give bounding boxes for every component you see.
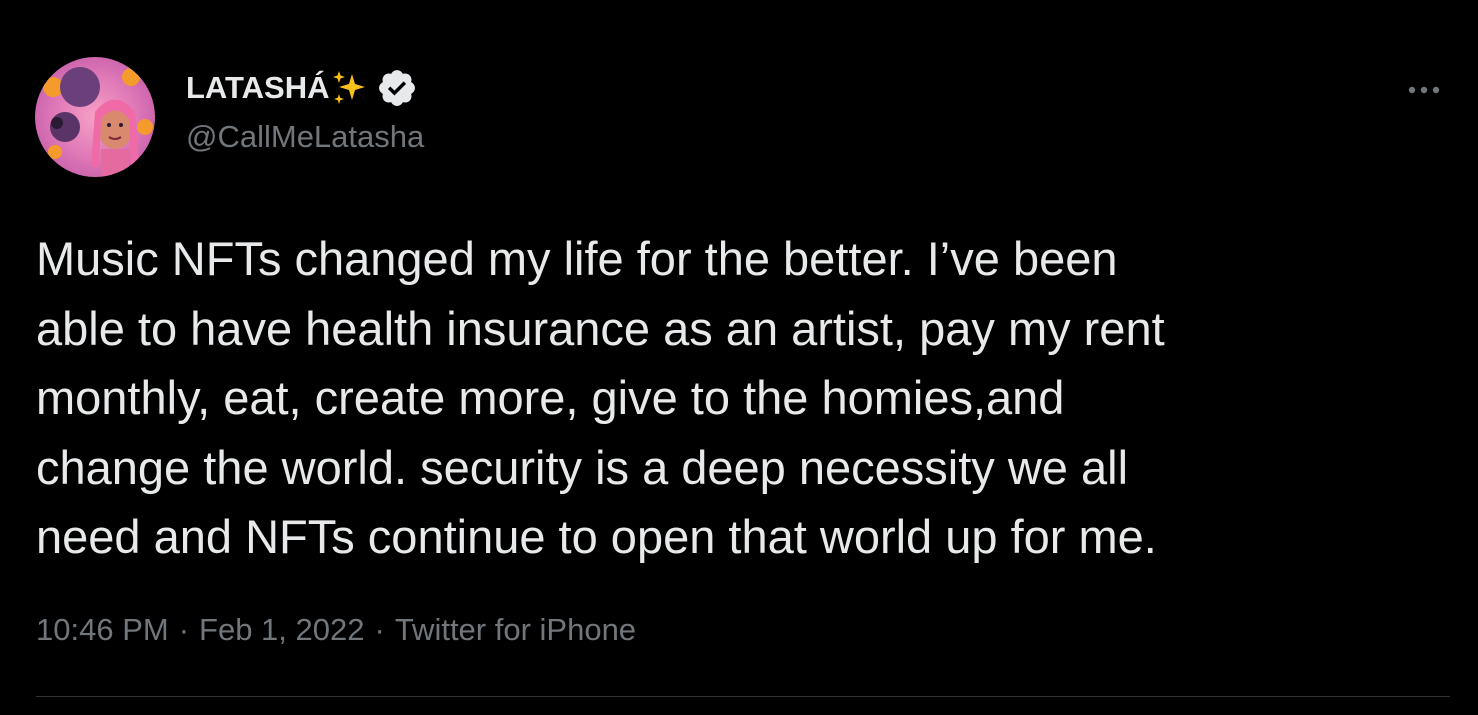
tweet-metadata: 10:46 PM · Feb 1, 2022 · Twitter for iPh… (36, 612, 636, 648)
tweet-date[interactable]: Feb 1, 2022 (199, 612, 364, 648)
sparkles-icon (330, 68, 370, 108)
tweet-time[interactable]: 10:46 PM (36, 612, 169, 648)
separator-dot: · (374, 612, 385, 647)
avatar[interactable] (35, 57, 155, 177)
separator-dot: · (178, 612, 190, 647)
more-options-button[interactable] (1394, 70, 1454, 110)
tweet-text: Music NFTs changed my life for the bette… (36, 232, 1165, 563)
author-block: LATASHÁ @CallMeLatasha (186, 66, 424, 155)
more-dots-icon (1408, 86, 1440, 94)
user-handle[interactable]: @CallMeLatasha (186, 119, 424, 155)
divider (36, 696, 1450, 697)
tweet-source[interactable]: Twitter for iPhone (395, 612, 636, 648)
name-row: LATASHÁ (186, 66, 424, 110)
display-name[interactable]: LATASHÁ (186, 70, 330, 106)
tweet-card: LATASHÁ @CallMeLatasha Music NFTs change… (0, 0, 1478, 715)
verified-icon[interactable] (376, 67, 418, 109)
